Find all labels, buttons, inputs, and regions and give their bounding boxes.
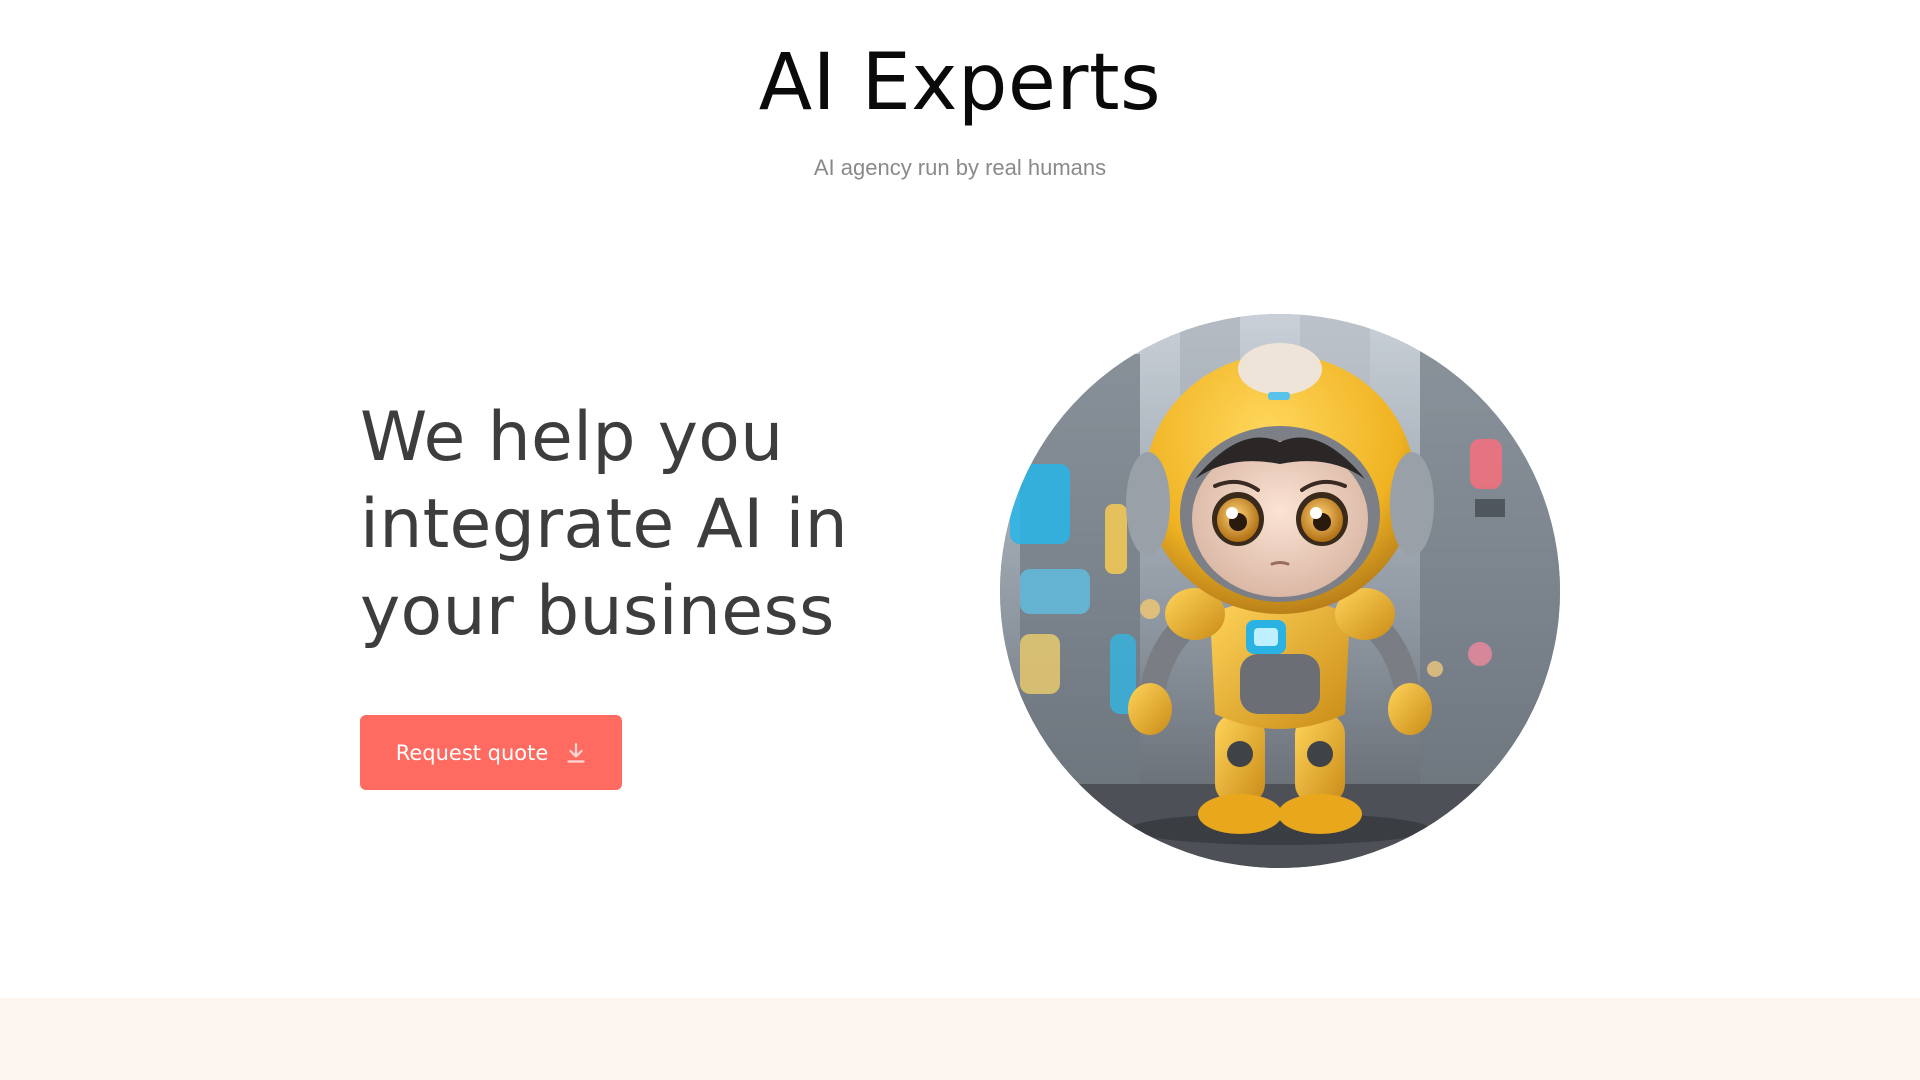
site-title: AI Experts: [758, 38, 1162, 128]
site-tagline: AI agency run by real humans: [813, 155, 1107, 180]
site-header: AI Experts AI agency run by real humans: [0, 0, 1920, 240]
next-section-band: [0, 998, 1920, 1080]
hero-heading-line: your business: [360, 572, 835, 651]
request-quote-label: Request quote: [395, 740, 549, 765]
hero-heading-line: integrate AI in: [360, 485, 849, 564]
download-icon: [566, 742, 586, 764]
hero-heading: We help you integrate AI in your busines…: [360, 394, 920, 655]
hero-section: We help you integrate AI in your busines…: [0, 300, 1920, 900]
hero-heading-line: We help you: [360, 398, 784, 477]
robot-illustration: [1000, 314, 1560, 868]
request-quote-button[interactable]: Request quote: [360, 715, 622, 790]
